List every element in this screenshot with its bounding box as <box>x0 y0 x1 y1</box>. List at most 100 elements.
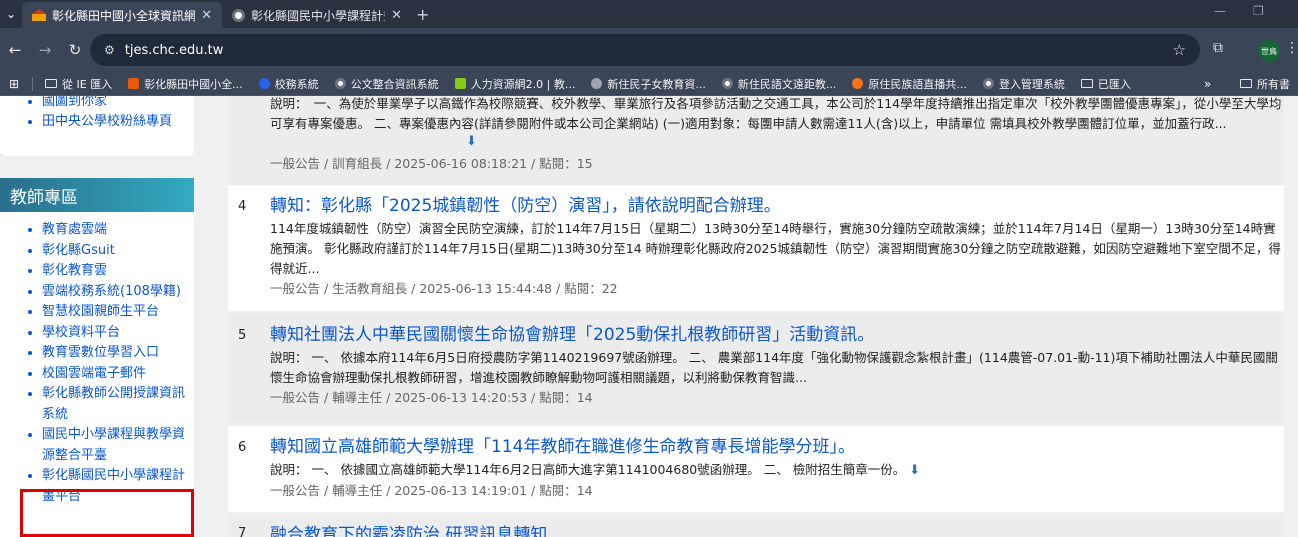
post-summary: 說明： 一、為使於畢業學子以高鐵作為校際競賽、校外教學、畢業旅行及各項參訪活動之… <box>270 96 1282 131</box>
post-title-link[interactable]: 轉知：彰化縣「2025城鎮韌性（防空）演習」，請依說明配合辦理。 <box>270 195 1284 217</box>
announcement-list: 說明： 一、為使於畢業學子以高鐵作為校際競賽、校外教學、畢業旅行及各項參訪活動之… <box>228 96 1284 537</box>
sidebar-link[interactable]: 彰化縣教師公開授課資訊系統 <box>42 384 194 425</box>
close-tab-icon[interactable]: ✕ <box>201 8 212 23</box>
download-icon[interactable]: ⬇ <box>909 463 920 478</box>
post-summary: 說明： 一、 依據本府114年6月5日府授農防字第1140219697號函辦理。… <box>270 350 1278 385</box>
sidebar-link[interactable]: 教育處雲端 <box>42 220 194 241</box>
bookmark-new-residents-edu[interactable]: 新住民子女教育資... <box>583 76 714 92</box>
bookmark-label: 新住民子女教育資... <box>607 77 706 91</box>
list-item: 說明： 一、為使於畢業學子以高鐵作為校際競賽、校外教學、畢業旅行及各項參訪活動之… <box>228 96 1284 185</box>
bookmark-hr-network[interactable]: 人力資源網2.0 | 教... <box>447 76 584 92</box>
reload-icon[interactable]: ↻ <box>60 41 90 59</box>
sidebar-link[interactable]: 國圖到你家 <box>42 96 194 112</box>
folder-icon <box>1240 79 1252 88</box>
tab-title: 彰化縣國民中小學課程計畫平台 <box>251 8 385 23</box>
resident-favicon-icon <box>591 78 603 89</box>
school-favicon-icon <box>128 78 140 89</box>
extensions-icon[interactable]: ⧉ <box>1213 40 1223 56</box>
bookmark-star-icon[interactable]: ☆ <box>1173 41 1186 59</box>
list-item: 7 融合教育下的霸凌防治 研習訊息轉知 <box>228 516 1284 537</box>
item-number: 5 <box>238 328 247 343</box>
post-summary-text: 說明： 一、 依據國立高雄師範大學114年6月2日高師大進字第114100468… <box>270 462 906 477</box>
indigenous-favicon-icon <box>852 78 864 89</box>
bookmark-school-admin[interactable]: 校務系統 <box>251 76 327 92</box>
gear-favicon-icon <box>258 78 270 89</box>
sidebar-link[interactable]: 彰化縣Gsuit <box>42 241 194 262</box>
bookmark-label: 從 IE 匯入 <box>62 77 113 91</box>
school-favicon-icon <box>32 9 46 21</box>
bookmark-label: 新住民語文遠距教... <box>737 77 837 91</box>
close-tab-icon[interactable]: ✕ <box>391 8 402 23</box>
sidebar-link[interactable]: 智慧校園親師生平台 <box>42 302 194 323</box>
back-icon[interactable]: ← <box>0 41 30 59</box>
restore-icon[interactable]: ❐ <box>1253 4 1264 18</box>
bookmark-label: 已匯入 <box>1097 77 1131 91</box>
bookmarks-overflow-button[interactable]: » <box>1204 77 1211 91</box>
toolbar: ← → ↻ ⚙ tjes.chc.edu.tw ☆ <box>0 28 1298 72</box>
globe-favicon-icon <box>334 78 346 89</box>
folder-icon <box>45 79 57 88</box>
bookmark-ie-import[interactable]: 從 IE 匯入 <box>37 76 120 92</box>
download-icon[interactable]: ⬇ <box>466 134 477 149</box>
list-item: 5 轉知社團法人中華民國關懷生命協會辦理「2025動保扎根教師研習」活動資訊。 … <box>228 314 1284 422</box>
globe-favicon-icon <box>721 78 733 89</box>
menu-icon[interactable]: ⋮ <box>1285 40 1298 56</box>
bookmark-new-residents-remote[interactable]: 新住民語文遠距教... <box>714 76 845 92</box>
all-bookmarks[interactable]: 所有書 <box>1232 76 1298 92</box>
forward-icon[interactable]: → <box>30 41 60 59</box>
bookmark-imported[interactable]: 已匯入 <box>1073 76 1139 92</box>
post-title-link[interactable]: 轉知社團法人中華民國關懷生命協會辦理「2025動保扎根教師研習」活動資訊。 <box>270 324 1284 346</box>
item-number: 6 <box>238 440 247 455</box>
url-text: tjes.chc.edu.tw <box>124 42 224 58</box>
bookmark-label: 校務系統 <box>274 77 319 91</box>
bookmark-document-system[interactable]: 公文整合資訊系統 <box>327 76 447 92</box>
folder-icon <box>1080 79 1093 88</box>
bookmark-label: 所有書 <box>1257 77 1290 91</box>
sidebar-link[interactable]: 國民中小學課程與教學資源整合平臺 <box>42 425 194 466</box>
teacher-section-title: 教師專區 <box>0 178 194 212</box>
item-number: 4 <box>238 199 247 214</box>
sidebar-link[interactable]: 雲端校務系統(108學籍) <box>42 282 194 303</box>
apps-grid-icon[interactable]: ⊞ <box>0 77 28 91</box>
bookmark-label: 彰化縣田中國小全... <box>144 77 243 91</box>
address-bar[interactable]: ⚙ tjes.chc.edu.tw ☆ <box>90 34 1200 66</box>
divider <box>32 76 33 91</box>
post-title-link[interactable]: 融合教育下的霸凌防治 研習訊息轉知 <box>270 524 1284 537</box>
globe-favicon-icon <box>982 78 994 89</box>
link-box: 國圖到你家 田中央公學校粉絲專頁 <box>0 96 194 156</box>
post-summary: 說明： 一、 依據國立高雄師範大學114年6月2日高師大進字第114100468… <box>270 460 1284 481</box>
site-info-icon[interactable]: ⚙ <box>104 43 115 57</box>
bookmark-school[interactable]: 彰化縣田中國小全... <box>120 76 251 92</box>
bookmark-label: 原住民族語直播共... <box>868 77 967 91</box>
sidebar-link[interactable]: 教育雲數位學習入口 <box>42 343 194 364</box>
sidebar-link[interactable]: 校園雲端電子郵件 <box>42 364 194 385</box>
globe-favicon-icon <box>232 8 245 22</box>
sidebar: 國圖到你家 田中央公學校粉絲專頁 教師專區 教育處雲端 彰化縣Gsuit 彰化教… <box>0 96 222 537</box>
sidebar-link[interactable]: 學校資料平台 <box>42 323 194 344</box>
hr-favicon-icon <box>454 78 466 89</box>
sidebar-link[interactable]: 彰化教育雲 <box>42 261 194 282</box>
tab-school-site[interactable]: 彰化縣田中國小全球資訊網 ✕ <box>22 2 222 28</box>
post-meta: 一般公告 / 輔導主任 / 2025-06-13 14:20:53 / 點閱：1… <box>270 390 593 405</box>
bookmark-label: 人力資源網2.0 | 教... <box>470 77 576 91</box>
post-meta: 一般公告 / 生活教育組長 / 2025-06-13 15:44:48 / 點閱… <box>270 281 618 296</box>
avatar[interactable]: 世鳥 <box>1258 40 1280 62</box>
new-tab-button[interactable]: + <box>412 5 439 28</box>
minimize-icon[interactable]: — <box>1214 4 1226 18</box>
item-number: 7 <box>238 526 247 537</box>
list-item: 6 轉知國立高雄師範大學辦理「114年教師在職進修生命教育專長增能學分班」。 說… <box>228 426 1284 512</box>
post-meta: 一般公告 / 訓育組長 / 2025-06-16 08:18:21 / 點閱：1… <box>270 154 1284 174</box>
bookmarks-bar: ⊞ 從 IE 匯入 彰化縣田中國小全... 校務系統 公文整合資訊系統 人力資源… <box>0 72 1298 96</box>
tab-search-icon[interactable]: ⌄ <box>0 0 22 28</box>
bookmark-indigenous-live[interactable]: 原住民族語直播共... <box>844 76 975 92</box>
sidebar-link[interactable]: 田中央公學校粉絲專頁 <box>42 112 194 132</box>
bookmark-label: 公文整合資訊系統 <box>350 77 439 91</box>
post-meta: 一般公告 / 輔導主任 / 2025-06-13 14:19:01 / 點閱：1… <box>270 483 593 498</box>
post-meta-text: 一般公告 / 訓育組長 / 2025-06-16 08:18:21 / 點閱：1… <box>270 156 593 171</box>
tab-title: 彰化縣田中國小全球資訊網 <box>52 8 196 23</box>
post-title-link[interactable]: 轉知國立高雄師範大學辦理「114年教師在職進修生命教育專長增能學分班」。 <box>270 436 1284 458</box>
tab-curriculum-platform[interactable]: 彰化縣國民中小學課程計畫平台 ✕ <box>222 2 412 28</box>
web-page: 國圖到你家 田中央公學校粉絲專頁 教師專區 教育處雲端 彰化縣Gsuit 彰化教… <box>0 96 1298 537</box>
bookmark-login-admin[interactable]: 登入管理系統 <box>975 76 1073 92</box>
tab-strip: ⌄ 彰化縣田中國小全球資訊網 ✕ 彰化縣國民中小學課程計畫平台 ✕ + — ❐ <box>0 0 1298 28</box>
